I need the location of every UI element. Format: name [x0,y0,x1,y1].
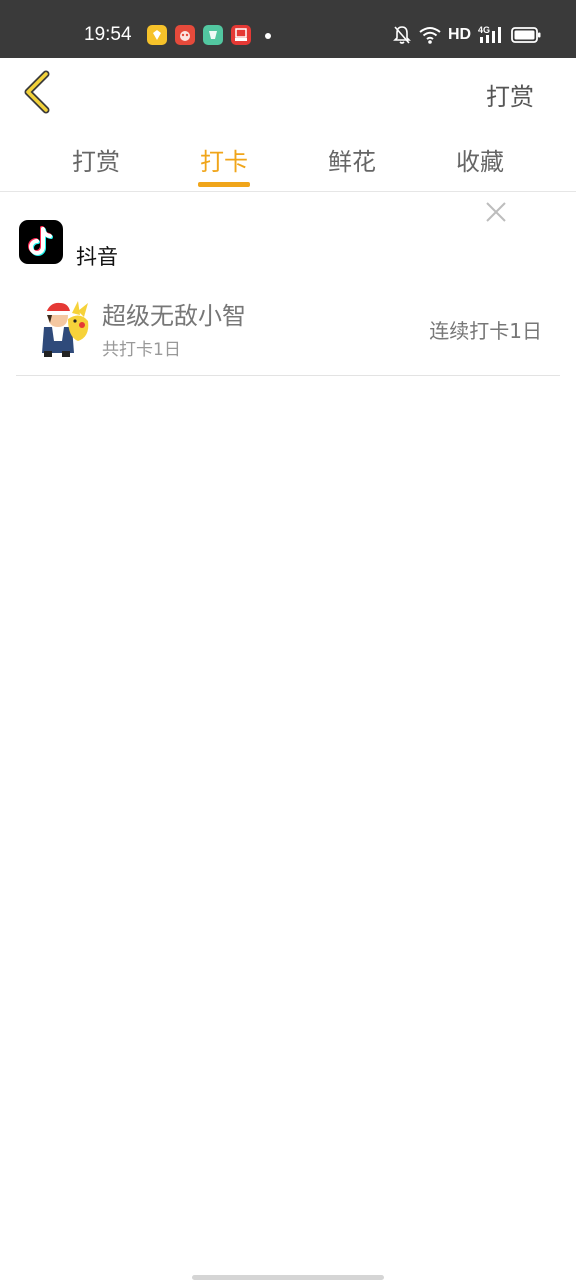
total-checkin-days: 共打卡1日 [102,340,181,360]
tab-flowers[interactable]: 鲜花 [312,142,392,177]
tab-reward[interactable]: 打赏 [56,142,136,177]
list-item[interactable]: 超级无敌小智 共打卡1日 连续打卡1日 [16,290,560,376]
close-button[interactable] [484,200,508,224]
4g-signal-icon: 4G [478,25,501,43]
streak-checkin-days: 连续打卡1日 [429,319,542,343]
avatar [38,297,92,357]
status-time: 19:54 [84,24,132,45]
back-button[interactable] [18,70,58,114]
tiktok-logo-icon [19,220,63,264]
reward-button[interactable]: 打赏 [486,77,534,112]
close-icon [486,202,506,222]
navigation-bar: 打赏 [0,58,576,128]
status-bar: 19:54 HD 4G [0,0,576,58]
mute-bell-icon [393,26,411,44]
user-name: 超级无敌小智 [102,302,246,330]
tab-favorites[interactable]: 收藏 [440,142,520,177]
battery-icon [511,27,541,43]
active-tab-indicator [198,182,250,187]
more-notifications-dot [265,33,271,39]
svg-text:4G: 4G [478,25,490,35]
tab-bar: 打赏 打卡 鲜花 收藏 [0,128,576,192]
app-name: 抖音 [76,245,118,269]
chevron-left-icon [24,70,50,114]
red-store-icon [231,25,251,45]
yellow-app-icon [147,25,167,45]
network-type-label: HD [448,26,472,43]
green-app-icon [203,25,223,45]
tab-checkin[interactable]: 打卡 [184,142,264,177]
wifi-icon [419,27,441,44]
home-indicator[interactable] [192,1275,384,1280]
red-app-icon [175,25,195,45]
